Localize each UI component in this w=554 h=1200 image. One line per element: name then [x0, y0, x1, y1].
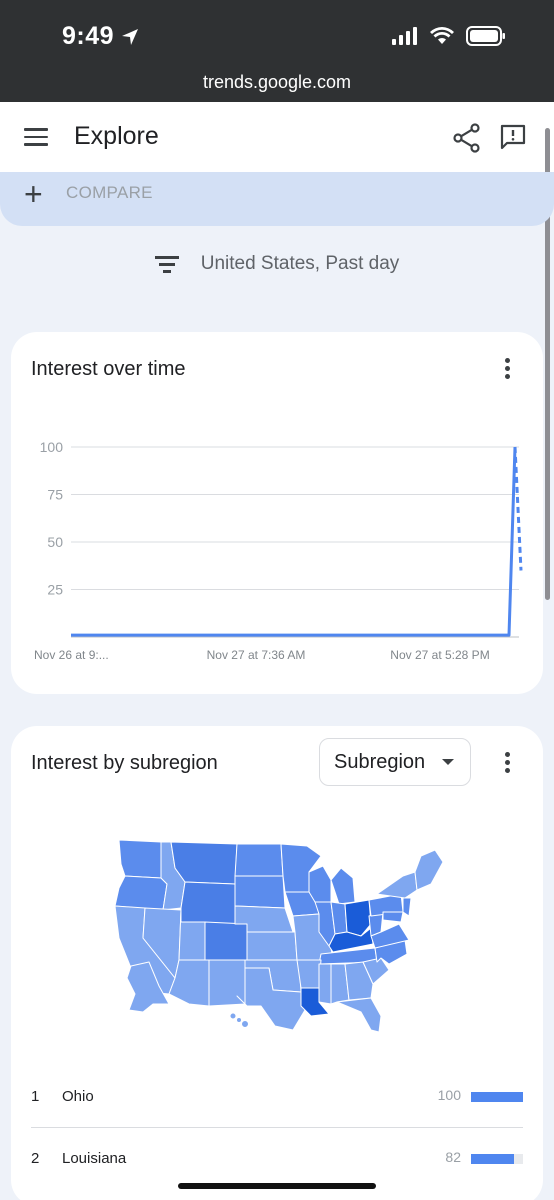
list-value: 100 — [437, 1087, 461, 1103]
us-map — [114, 839, 444, 1032]
share-icon[interactable] — [453, 123, 481, 153]
list-bar-track — [471, 1092, 523, 1102]
map-region-kansas — [246, 931, 298, 961]
compare-label[interactable]: COMPARE — [66, 183, 153, 203]
map-region-hawaii-3 — [241, 1020, 249, 1028]
x-tick-label: Nov 27 at 7:36 AM — [207, 648, 306, 662]
map-region-colorado — [204, 921, 248, 961]
y-tick-label: 50 — [47, 534, 63, 550]
page-title: Explore — [74, 122, 159, 150]
map-region-new-jersey — [402, 897, 412, 917]
status-icons — [392, 26, 506, 46]
app-header: Explore — [0, 102, 554, 172]
home-indicator[interactable] — [178, 1183, 376, 1189]
compare-bar[interactable]: + COMPARE — [0, 172, 554, 226]
line-chart: 100 75 50 25 Nov 26 at 9:... Nov 27 at 7:36 A… — [34, 439, 523, 662]
cellular-signal-icon — [392, 27, 417, 45]
y-tick-label: 75 — [47, 487, 63, 503]
map-region-hawaii-2 — [236, 1017, 242, 1023]
feedback-icon[interactable] — [499, 123, 527, 151]
subregion-dropdown-label: Subregion — [334, 750, 426, 773]
map-region-hawaii — [229, 1012, 237, 1020]
map-region-arkansas — [296, 959, 322, 989]
card-title: Interest by subregion — [31, 752, 218, 774]
map-region-wyoming — [180, 881, 236, 925]
list-bar-fill — [471, 1154, 514, 1164]
y-tick-label: 25 — [47, 582, 63, 598]
map-region-north-dakota — [234, 843, 284, 877]
x-tick-label: Nov 27 at 5:28 PM — [390, 648, 489, 662]
map-region-maryland — [382, 911, 404, 923]
list-rank: 2 — [31, 1150, 40, 1167]
map-region-oregon — [114, 875, 168, 911]
list-value: 82 — [445, 1149, 461, 1165]
hamburger-menu-icon[interactable] — [24, 128, 48, 146]
map-region-mississippi — [318, 963, 332, 1005]
map-region-washington — [118, 839, 162, 879]
map-region-new-york — [376, 871, 418, 899]
list-name: Ohio — [62, 1088, 94, 1105]
interest-over-time-card: Interest over time 100 75 50 25 Nov 26 at 9:… — [11, 332, 543, 694]
dropdown-caret-icon — [442, 759, 454, 765]
series-line — [71, 446, 517, 637]
list-item[interactable]: 2 Louisiana 82 — [11, 1128, 543, 1190]
status-time-text: 9:49 — [62, 22, 115, 50]
map-region-florida — [336, 997, 382, 1032]
y-tick-label: 100 — [40, 439, 64, 455]
more-options-icon[interactable] — [505, 752, 511, 774]
wifi-icon — [430, 27, 454, 44]
filter-text: United States, Past day — [200, 253, 400, 274]
browser-top-bar: 9:49 trends.google.com — [0, 0, 554, 102]
battery-icon — [466, 26, 505, 46]
filter-button[interactable]: United States, Past day — [0, 248, 554, 280]
interest-by-subregion-card: Interest by subregion Subregion 1 Ohio 1… — [11, 726, 543, 1200]
subregion-dropdown[interactable]: Subregion — [319, 738, 471, 786]
map-region-michigan — [330, 867, 356, 905]
list-bar-track — [471, 1154, 523, 1164]
list-item[interactable]: 1 Ohio 100 — [11, 1066, 543, 1128]
url-text[interactable]: trends.google.com — [0, 72, 554, 93]
map-region-south-dakota — [234, 875, 286, 909]
x-tick-label: Nov 26 at 9:... — [34, 648, 109, 662]
add-icon[interactable]: + — [24, 178, 43, 210]
map-region-wisconsin — [308, 865, 332, 903]
list-bar-fill — [471, 1092, 523, 1102]
map-region-new-england — [414, 849, 444, 891]
location-arrow-icon — [122, 28, 139, 45]
status-time: 9:49 — [62, 22, 140, 51]
list-rank: 1 — [31, 1088, 40, 1105]
list-name: Louisiana — [62, 1150, 127, 1167]
filter-icon — [154, 255, 179, 273]
